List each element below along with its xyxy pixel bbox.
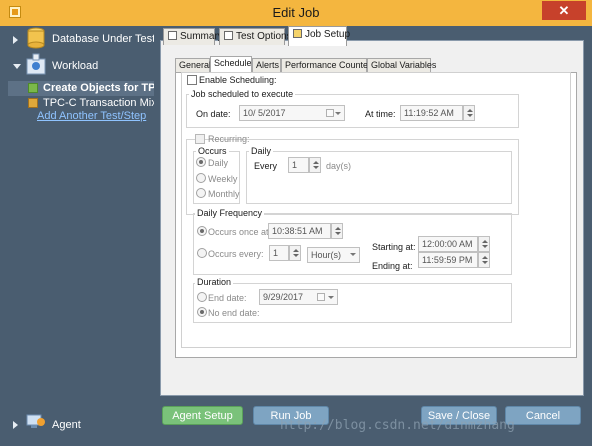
interval-unit-value: Hour(s)	[311, 250, 342, 260]
every-field[interactable]: 1	[288, 157, 309, 173]
daily-group	[246, 151, 512, 204]
no-end-date-radio[interactable]	[197, 307, 207, 317]
expand-database-icon[interactable]	[13, 36, 18, 44]
enable-scheduling-label: Enable Scheduling:	[199, 75, 277, 85]
job-setup-icon	[293, 29, 302, 38]
on-date-field[interactable]: 10/ 5/2017	[239, 105, 345, 121]
agent-icon	[26, 413, 46, 431]
every-stepper[interactable]	[309, 157, 321, 173]
on-date-value: 10/ 5/2017	[243, 108, 286, 118]
occurs-monthly-label: Monthly	[208, 189, 240, 199]
on-date-label: On date:	[196, 109, 231, 119]
sidebar-item-transaction-mix[interactable]: TPC-C Transaction Mix	[43, 97, 157, 109]
occurs-once-stepper[interactable]	[331, 223, 343, 239]
occurs-once-radio[interactable]	[197, 226, 207, 236]
starting-at-stepper[interactable]	[478, 236, 490, 252]
title-bar: Edit Job ✕	[0, 0, 592, 26]
starting-at-field[interactable]: 12:00:00 AM	[418, 236, 478, 252]
expand-agent-icon[interactable]	[13, 421, 18, 429]
at-time-stepper[interactable]	[463, 105, 475, 121]
subtab-schedule[interactable]: Schedule	[210, 56, 252, 73]
chevron-down-icon	[335, 112, 341, 115]
at-time-field[interactable]: 11:19:52 AM	[400, 105, 463, 121]
occurs-every-field[interactable]: 1	[269, 245, 289, 261]
add-test-link[interactable]: Add Another Test/Step	[37, 110, 146, 122]
workload-icon	[25, 53, 47, 75]
occurs-monthly-radio[interactable]	[196, 188, 206, 198]
tab-summary[interactable]: Summary	[163, 28, 223, 45]
days-label: day(s)	[326, 161, 352, 171]
occurs-once-label: Occurs once at:	[208, 227, 272, 237]
daily-label: Daily	[249, 146, 274, 156]
occurs-every-label: Occurs every:	[208, 249, 264, 259]
end-date-field[interactable]: 9/29/2017	[259, 289, 338, 305]
ending-at-label: Ending at:	[372, 261, 413, 271]
recurring-label: Recurring:	[208, 134, 250, 144]
database-icon	[26, 27, 46, 49]
occurs-every-radio[interactable]	[197, 248, 207, 258]
occurs-once-field[interactable]: 10:38:51 AM	[268, 223, 331, 239]
job-scheduled-label: Job scheduled to execute	[189, 89, 296, 99]
chevron-down-icon	[328, 296, 334, 299]
sidebar-item-database[interactable]: Database Under Test	[52, 33, 155, 45]
starting-at-label: Starting at:	[372, 242, 416, 252]
occurs-every-stepper[interactable]	[289, 245, 301, 261]
create-objects-icon	[28, 83, 38, 93]
recurring-checkbox[interactable]	[195, 134, 205, 144]
occurs-daily-radio[interactable]	[196, 157, 206, 167]
sidebar-item-agent[interactable]: Agent	[52, 419, 81, 431]
interval-unit-select[interactable]: Hour(s)	[307, 247, 360, 263]
chevron-down-icon	[350, 253, 356, 256]
sidebar-item-workload[interactable]: Workload	[52, 60, 98, 72]
ending-at-stepper[interactable]	[478, 252, 490, 268]
calendar-icon[interactable]	[317, 293, 325, 301]
cancel-button[interactable]: Cancel	[505, 406, 581, 425]
occurs-weekly-radio[interactable]	[196, 173, 206, 183]
agent-setup-button[interactable]: Agent Setup	[162, 406, 243, 425]
end-date-radio[interactable]	[197, 292, 207, 302]
subtab-general[interactable]: General	[175, 58, 211, 72]
occurs-daily-label: Daily	[208, 158, 229, 168]
test-options-icon	[224, 31, 233, 40]
close-button[interactable]: ✕	[542, 1, 586, 20]
duration-label: Duration	[195, 277, 234, 287]
tab-job-setup-label: Job Setup	[305, 29, 351, 40]
end-date-label: End date:	[208, 293, 247, 303]
tab-test-options-label: Test Options	[236, 31, 292, 42]
subtab-performance-counters[interactable]: Performance Counters	[281, 58, 376, 72]
end-date-value: 9/29/2017	[263, 292, 304, 302]
tab-summary-label: Summary	[180, 31, 223, 42]
enable-scheduling-checkbox[interactable]	[187, 75, 197, 85]
window-title: Edit Job	[272, 5, 320, 20]
collapse-workload-icon[interactable]	[13, 64, 21, 69]
tab-test-options[interactable]: Test Options	[219, 28, 292, 45]
occurs-label: Occurs	[196, 146, 229, 156]
calendar-icon[interactable]	[326, 109, 334, 117]
daily-frequency-label: Daily Frequency	[195, 208, 265, 218]
occurs-weekly-label: Weekly	[208, 174, 238, 184]
tab-job-setup[interactable]: Job Setup	[288, 26, 351, 46]
transaction-mix-icon	[28, 98, 38, 108]
every-label: Every	[254, 161, 278, 171]
at-time-label: At time:	[365, 109, 396, 119]
no-end-date-label: No end date:	[208, 308, 260, 318]
subtab-alerts[interactable]: Alerts	[252, 58, 281, 72]
watermark-text: http://blog.csdn.net/dinmzhang	[280, 418, 515, 433]
subtab-global-variables[interactable]: Global Variables	[367, 58, 436, 72]
summary-icon	[168, 31, 177, 40]
ending-at-field[interactable]: 11:59:59 PM	[418, 252, 478, 268]
